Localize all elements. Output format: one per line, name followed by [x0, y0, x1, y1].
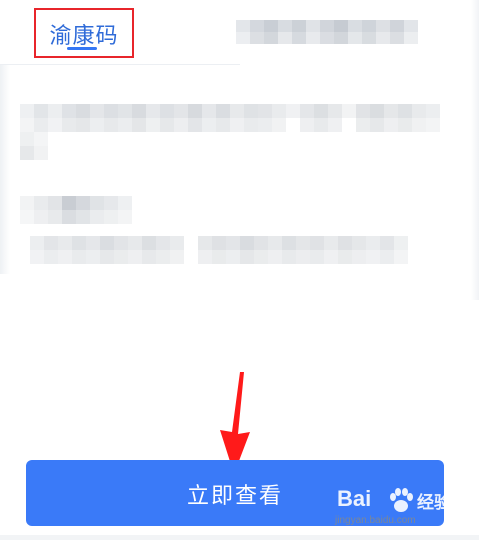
tab-bar: 渝康码 [0, 0, 479, 65]
red-down-arrow-icon [220, 372, 250, 474]
watermark-url: jingyan.baidu.com [335, 515, 416, 526]
tab-health-code-label: 渝康码 [49, 24, 119, 49]
blurred-detail-line [30, 236, 408, 264]
bottom-edge [0, 535, 479, 540]
tab-health-code[interactable]: 渝康码 [34, 8, 134, 58]
blurred-tab-label [236, 20, 418, 44]
baidu-paw-icon [390, 488, 413, 512]
blurred-text-block [20, 104, 440, 160]
watermark-brand: Bai [337, 486, 372, 511]
watermark-brand-suffix: 经验 [417, 493, 451, 513]
card-edge-left [0, 64, 10, 274]
screen: 渝康码 立即查看 Bai 经验 jingyan.baidu.com [0, 0, 479, 540]
tab-secondary-blurred[interactable] [236, 16, 432, 48]
baidu-jingyan-watermark: Bai 经验 jingyan.baidu.com [335, 486, 475, 536]
active-tab-indicator [67, 47, 97, 50]
blurred-subheading [20, 196, 132, 224]
tab-divider [0, 64, 240, 65]
